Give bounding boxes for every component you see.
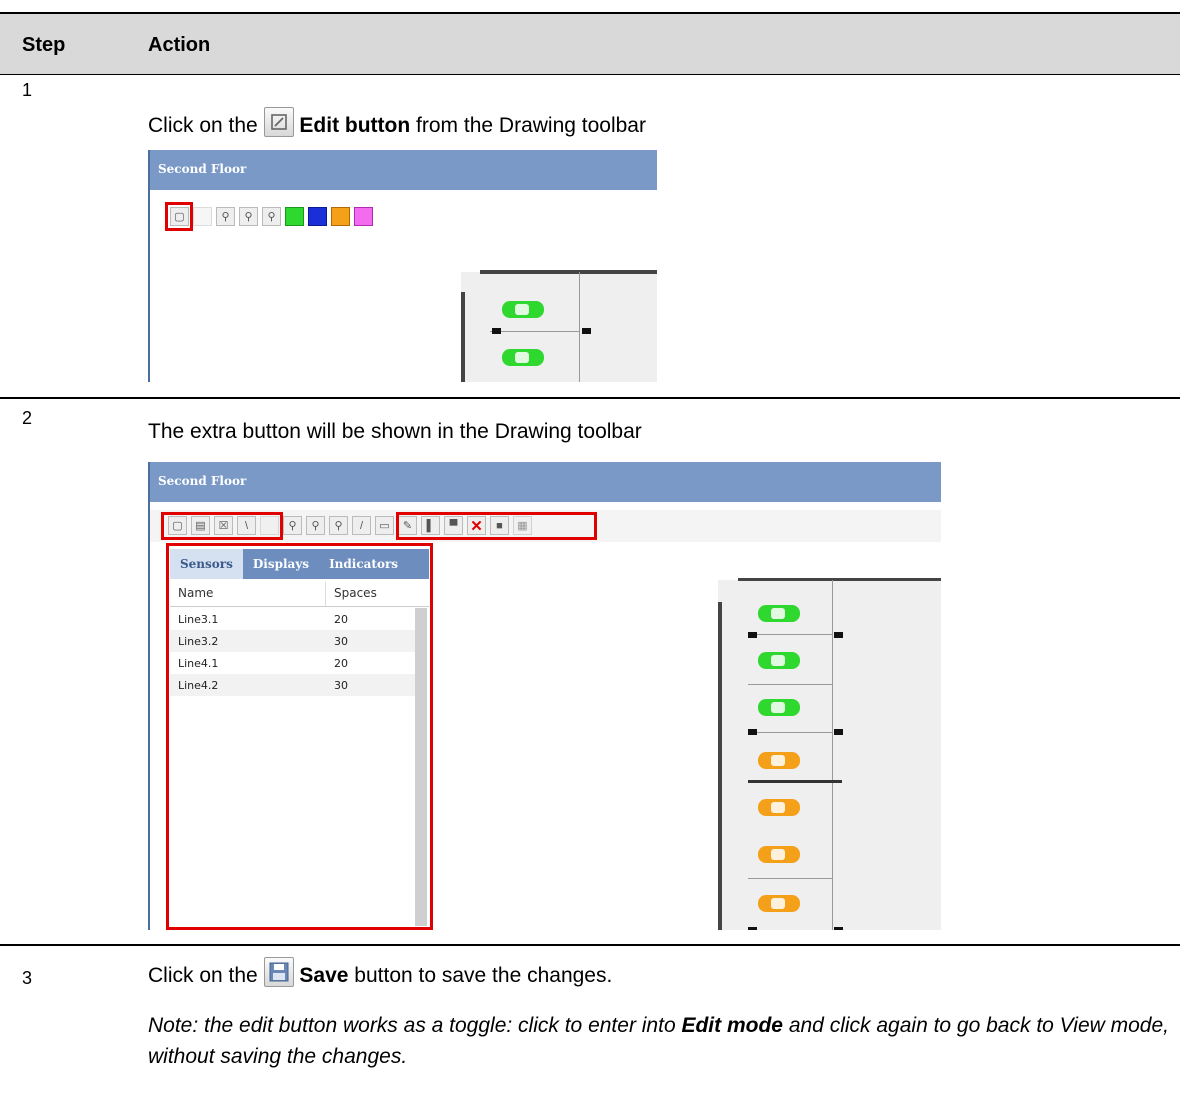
step-1-pre: Click on the — [148, 114, 258, 137]
toolbar: ▢ ⚲ ⚲ ⚲ — [170, 207, 373, 226]
note-pre: Note: the edit button works as a toggle:… — [148, 1014, 676, 1037]
sensor — [492, 328, 501, 334]
sensor — [582, 328, 591, 334]
wall — [490, 331, 579, 332]
step-1-number: 1 — [22, 80, 33, 100]
wall — [748, 634, 832, 635]
car-green — [758, 605, 800, 622]
wall — [748, 878, 832, 879]
step-3-bold: Save — [299, 964, 349, 987]
wall — [718, 602, 722, 930]
zoom-icon[interactable]: ⚲ — [239, 207, 258, 226]
car-orange — [758, 752, 800, 769]
step-3-pre: Click on the — [148, 964, 258, 987]
car-green — [758, 652, 800, 669]
header-action: Action — [148, 34, 211, 56]
header-step: Step — [22, 34, 66, 56]
step-3-text: Click on the Save button to save the cha… — [148, 957, 612, 988]
edit-tools-highlight — [161, 512, 283, 540]
wall — [461, 292, 465, 382]
panel-title: Second Floor — [158, 162, 247, 176]
save-button-icon — [263, 957, 294, 987]
green-flag-icon[interactable] — [285, 207, 304, 226]
car-green — [502, 349, 544, 366]
zoom-in-icon[interactable]: ⚲ — [283, 516, 302, 535]
sensor — [748, 927, 757, 930]
zoom-out-icon[interactable]: ⚲ — [329, 516, 348, 535]
zoom-in-icon[interactable]: ⚲ — [216, 207, 235, 226]
sensor — [748, 632, 757, 638]
wall — [748, 732, 832, 733]
step-2-text: The extra button will be shown in the Dr… — [148, 420, 642, 443]
zoom-icon[interactable]: ⚲ — [306, 516, 325, 535]
sensor — [834, 632, 843, 638]
edit-button-icon — [263, 107, 294, 137]
panel-title-bar: Second Floor — [150, 462, 941, 502]
table-header: Step Action — [0, 12, 1180, 75]
car-green — [758, 699, 800, 716]
step-1-text: Click on the Edit button from the Drawin… — [148, 107, 646, 138]
note-bold: Edit mode — [681, 1014, 783, 1037]
disabled-icon — [193, 207, 212, 226]
display-icon[interactable]: ▭ — [375, 516, 394, 535]
orange-flag-icon[interactable] — [331, 207, 350, 226]
step-2-number: 2 — [22, 408, 33, 428]
step-3-note: Note: the edit button works as a toggle:… — [148, 1010, 1178, 1072]
blue-flag-icon[interactable] — [308, 207, 327, 226]
step-3-number: 3 — [22, 968, 33, 988]
panel-title: Second Floor — [158, 474, 247, 488]
wall — [579, 272, 580, 382]
wall — [832, 580, 833, 930]
car-green — [502, 301, 544, 318]
wall — [480, 270, 657, 274]
step-1-post: from the Drawing toolbar — [416, 114, 646, 137]
edit-highlight — [165, 202, 193, 231]
line-icon[interactable]: / — [352, 516, 371, 535]
zoom-out-icon[interactable]: ⚲ — [262, 207, 281, 226]
car-orange — [758, 799, 800, 816]
floor-plan — [461, 272, 657, 382]
step-1-bold: Edit button — [299, 114, 411, 137]
row-divider — [0, 397, 1180, 399]
pink-flag-icon[interactable] — [354, 207, 373, 226]
wall — [738, 578, 941, 581]
draw-tools-highlight — [396, 512, 597, 540]
wall — [748, 780, 842, 783]
wall — [748, 684, 832, 685]
car-orange — [758, 895, 800, 912]
sensor — [834, 729, 843, 735]
row-divider — [0, 944, 1180, 946]
panel-title-bar: Second Floor — [150, 150, 657, 190]
screenshot-2: Second Floor ▢ ▤ ☒ \ ⚲ ⚲ ⚲ / ▭ ✎ ▌ ▀ ✕ ■… — [148, 462, 941, 930]
sensor — [834, 927, 843, 930]
screenshot-1: Second Floor ▢ ⚲ ⚲ ⚲ — [148, 150, 657, 382]
sensors-highlight — [166, 543, 433, 930]
car-orange — [758, 846, 800, 863]
step-3-post: button to save the changes. — [354, 964, 613, 987]
sensor — [748, 729, 757, 735]
